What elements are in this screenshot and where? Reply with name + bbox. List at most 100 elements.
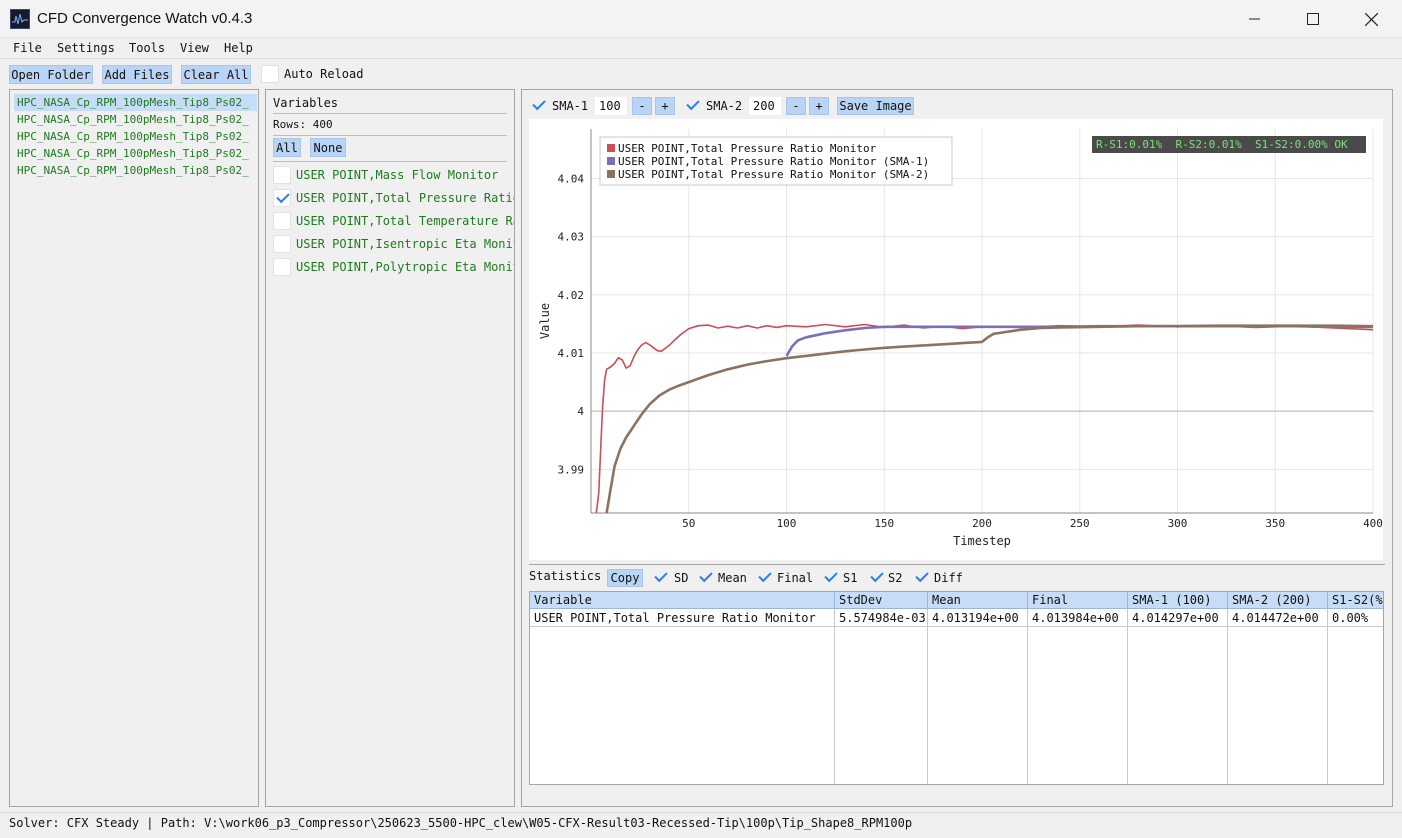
statistics-table[interactable]: Variable StdDev Mean Final SMA-1 (100) S… xyxy=(529,591,1384,785)
file-list-panel: HPC_NASA_Cp_RPM_100pMesh_Tip8_Ps02_ HPC_… xyxy=(9,89,259,807)
sd-toggle-checkbox[interactable] xyxy=(652,569,670,587)
table-cell[interactable]: 0.00% xyxy=(1328,609,1383,627)
sma2-label: SMA-2 xyxy=(706,99,743,113)
sd-toggle-label: SD xyxy=(674,571,689,585)
add-files-button[interactable]: Add Files xyxy=(102,65,172,84)
variable-checkbox[interactable] xyxy=(273,258,291,276)
x-tick-label: 300 xyxy=(1168,517,1188,530)
legend-swatch xyxy=(607,157,615,165)
x-tick-label: 150 xyxy=(874,517,894,530)
variables-header: Variables xyxy=(273,96,339,110)
title-bar: CFD Convergence Watch v0.4.3 xyxy=(0,0,1402,38)
column-header-stddev[interactable]: StdDev xyxy=(835,592,928,609)
table-cell[interactable]: 4.013194e+00 xyxy=(928,609,1028,627)
status-bar: Solver: CFX Steady | Path: V:\work06_p3_… xyxy=(0,812,1402,838)
open-folder-button[interactable]: Open Folder xyxy=(9,65,93,84)
variable-label[interactable]: USER POINT,Polytropic Eta Monit xyxy=(296,260,514,274)
legend-label: USER POINT,Total Pressure Ratio Monitor … xyxy=(618,155,929,168)
rows-count: Rows: 400 xyxy=(273,118,333,131)
variable-label[interactable]: USER POINT,Isentropic Eta Monit xyxy=(296,237,514,251)
y-tick-label: 4 xyxy=(577,405,584,418)
convergence-status-text: R-S1:0.01% R-S2:0.01% S1-S2:0.00% OK xyxy=(1096,138,1348,151)
column-header-s1-s2[interactable]: S1-S2(%) xyxy=(1328,592,1383,609)
variable-checkbox[interactable] xyxy=(273,212,291,230)
y-tick-label: 4.02 xyxy=(558,289,585,302)
select-none-button[interactable]: None xyxy=(310,138,346,157)
variable-checkbox[interactable] xyxy=(273,235,291,253)
column-divider xyxy=(1227,627,1228,784)
divider xyxy=(529,564,1385,565)
final-toggle-checkbox[interactable] xyxy=(756,569,774,587)
table-cell[interactable]: 5.574984e-03 xyxy=(835,609,928,627)
column-header-final[interactable]: Final xyxy=(1028,592,1128,609)
sma2-window-input[interactable]: 200 xyxy=(749,97,781,115)
variable-checkbox[interactable] xyxy=(273,189,291,207)
menu-view[interactable]: View xyxy=(180,41,209,55)
column-header-variable[interactable]: Variable xyxy=(530,592,835,609)
legend-swatch xyxy=(607,170,615,178)
sma2-increase-button[interactable]: + xyxy=(809,97,829,115)
copy-stats-button[interactable]: Copy xyxy=(607,569,643,587)
variable-checkbox[interactable] xyxy=(273,166,291,184)
menu-settings[interactable]: Settings xyxy=(57,41,115,55)
table-cell[interactable]: 4.013984e+00 xyxy=(1028,609,1128,627)
sma1-decrease-button[interactable]: - xyxy=(632,97,652,115)
y-tick-label: 4.04 xyxy=(558,172,585,185)
menu-file[interactable]: File xyxy=(13,41,42,55)
column-header-mean[interactable]: Mean xyxy=(928,592,1028,609)
sma1-label: SMA-1 xyxy=(552,99,589,113)
sma2-checkbox[interactable] xyxy=(684,97,702,115)
x-axis-label: Timestep xyxy=(953,534,1011,548)
menu-help[interactable]: Help xyxy=(224,41,253,55)
table-cell[interactable]: USER POINT,Total Pressure Ratio Monitor xyxy=(530,609,835,627)
legend-label: USER POINT,Total Pressure Ratio Monitor … xyxy=(618,168,929,181)
convergence-chart[interactable]: 50 100 150 200 250 300 350 400 3.99 4 4.01 4.02 4.03… xyxy=(529,119,1383,560)
menu-tools[interactable]: Tools xyxy=(129,41,165,55)
final-toggle-label: Final xyxy=(777,571,814,585)
variable-label[interactable]: USER POINT,Total Pressure Ratio xyxy=(296,191,514,205)
x-tick-label: 100 xyxy=(777,517,797,530)
minimize-icon[interactable] xyxy=(1226,0,1284,38)
column-divider xyxy=(927,627,928,784)
chart-area: 50 100 150 200 250 300 350 400 3.99 4 4.01 4.02 4.03… xyxy=(529,119,1383,560)
s1-toggle-label: S1 xyxy=(843,571,858,585)
window-title: CFD Convergence Watch v0.4.3 xyxy=(37,10,253,27)
column-header-sma1[interactable]: SMA-1 (100) xyxy=(1128,592,1228,609)
table-cell[interactable]: 4.014297e+00 xyxy=(1128,609,1228,627)
variable-label[interactable]: USER POINT,Mass Flow Monitor xyxy=(296,168,498,182)
column-divider xyxy=(1327,627,1328,784)
file-list-item[interactable]: HPC_NASA_Cp_RPM_100pMesh_Tip8_Ps02_ xyxy=(14,111,257,128)
column-divider xyxy=(1027,627,1028,784)
clear-all-button[interactable]: Clear All xyxy=(181,65,251,84)
legend-swatch xyxy=(607,144,615,152)
file-list-item[interactable]: HPC_NASA_Cp_RPM_100pMesh_Tip8_Ps02_ xyxy=(14,128,257,145)
x-tick-label: 50 xyxy=(682,517,695,530)
s2-toggle-checkbox[interactable] xyxy=(868,569,886,587)
select-all-button[interactable]: All xyxy=(273,138,301,157)
x-tick-label: 400 xyxy=(1363,517,1383,530)
file-list-item[interactable]: HPC_NASA_Cp_RPM_100pMesh_Tip8_Ps02_ xyxy=(14,94,257,111)
x-tick-label: 250 xyxy=(1070,517,1090,530)
column-header-sma2[interactable]: SMA-2 (200) xyxy=(1228,592,1328,609)
s1-toggle-checkbox[interactable] xyxy=(822,569,840,587)
table-cell[interactable]: 4.014472e+00 xyxy=(1228,609,1328,627)
save-image-button[interactable]: Save Image xyxy=(837,97,914,115)
close-icon[interactable] xyxy=(1342,0,1400,38)
maximize-icon[interactable] xyxy=(1284,0,1342,38)
file-list-item[interactable]: HPC_NASA_Cp_RPM_100pMesh_Tip8_Ps02_ xyxy=(14,162,257,179)
variables-panel: Variables Rows: 400 All None USER POINT,… xyxy=(265,89,515,807)
auto-reload-checkbox[interactable] xyxy=(261,65,279,83)
menu-bar: File Settings Tools View Help xyxy=(0,38,1402,59)
variable-label[interactable]: USER POINT,Total Temperature Ra xyxy=(296,214,514,228)
sma1-window-input[interactable]: 100 xyxy=(595,97,627,115)
file-list-item[interactable]: HPC_NASA_Cp_RPM_100pMesh_Tip8_Ps02_ xyxy=(14,145,257,162)
mean-toggle-checkbox[interactable] xyxy=(697,569,715,587)
legend-label: USER POINT,Total Pressure Ratio Monitor xyxy=(618,142,877,155)
diff-toggle-checkbox[interactable] xyxy=(913,569,931,587)
sma1-increase-button[interactable]: + xyxy=(655,97,675,115)
sma2-decrease-button[interactable]: - xyxy=(786,97,806,115)
app-logo-icon xyxy=(10,9,30,29)
sma1-checkbox[interactable] xyxy=(530,97,548,115)
mean-toggle-label: Mean xyxy=(718,571,747,585)
divider xyxy=(273,113,507,114)
